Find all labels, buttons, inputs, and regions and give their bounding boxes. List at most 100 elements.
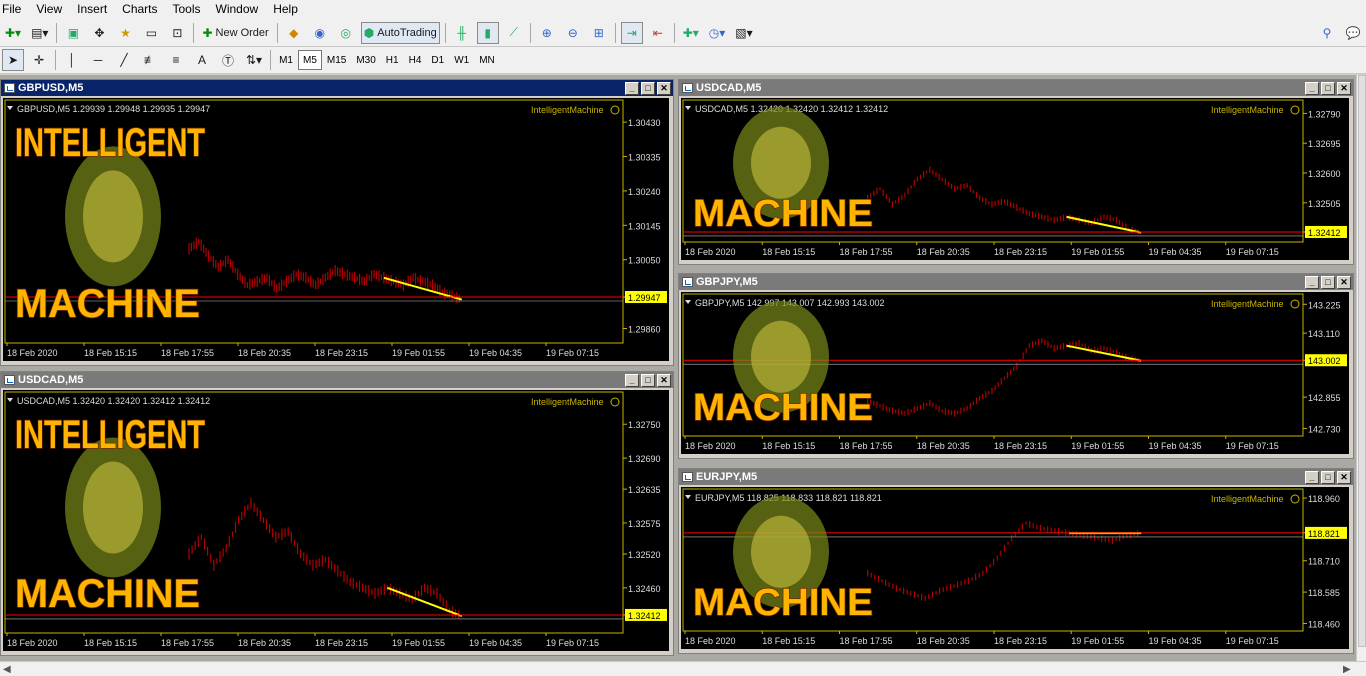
close-icon[interactable]: ✕ bbox=[1337, 81, 1351, 95]
timeframe-mn[interactable]: MN bbox=[474, 50, 500, 70]
price-chart[interactable]: 143.225 143.110 143.002 142.855 142.730 18 Fe… bbox=[681, 292, 1349, 454]
logo-face-glow bbox=[83, 461, 143, 554]
timeframe-m15[interactable]: M15 bbox=[322, 50, 351, 70]
collapse-icon[interactable] bbox=[7, 106, 13, 110]
logo-text-top: INTELLIGENT bbox=[15, 413, 205, 457]
logo-text-top: INTELLIGENT bbox=[15, 121, 205, 165]
collapse-icon[interactable] bbox=[685, 106, 691, 110]
chart-window-gbpusd[interactable]: GBPUSD,M5 _ □ ✕ 1.30430 1.30335 1.30240 1.30145… bbox=[0, 79, 674, 366]
window-titlebar[interactable]: GBPUSD,M5 _ □ ✕ bbox=[1, 80, 673, 96]
fibonacci-icon[interactable]: ≡ bbox=[165, 49, 187, 71]
horizontal-line-icon[interactable]: ─ bbox=[87, 49, 109, 71]
chart-window-usdcad[interactable]: USDCAD,M5 _ □ ✕ 1.32750 1.32690 1.32635 1.32575… bbox=[0, 371, 674, 656]
close-icon[interactable]: ✕ bbox=[657, 373, 671, 387]
menu-view[interactable]: View bbox=[36, 1, 69, 18]
timeframe-m30[interactable]: M30 bbox=[351, 50, 380, 70]
zoom-out-icon[interactable]: ⊖ bbox=[562, 22, 584, 44]
line-chart-icon[interactable]: ⟋ bbox=[503, 22, 525, 44]
chart-window-eurjpy[interactable]: EURJPY,M5 _ □ ✕ 118.960 118.821 118.710 118.585… bbox=[678, 468, 1354, 654]
timeframe-d1[interactable]: D1 bbox=[426, 50, 449, 70]
collapse-icon[interactable] bbox=[685, 495, 691, 499]
main-toolbar: ✚▾ ▤▾ ▣ ✥ ★ ▭ ⊡ ✚ New Order ◆ ◉ ◎ ⬢ AutoTr… bbox=[0, 19, 1366, 47]
chart-window-gbpjpy[interactable]: GBPJPY,M5 _ □ ✕ 143.225 143.110 143.002 142.855… bbox=[678, 273, 1354, 459]
new-order-button[interactable]: ✚ New Order bbox=[199, 22, 271, 44]
chart-window-usdcad-right[interactable]: USDCAD,M5 _ □ ✕ 1.32790 1.32695 1.32600 1.32505… bbox=[678, 79, 1354, 265]
logo-text-bottom: MACHINE bbox=[15, 282, 200, 326]
menu-file[interactable]: File bbox=[0, 1, 28, 18]
collapse-icon[interactable] bbox=[685, 300, 691, 304]
cursor-icon[interactable]: ➤ bbox=[2, 49, 24, 71]
timeframe-w1[interactable]: W1 bbox=[449, 50, 474, 70]
minimize-icon[interactable]: _ bbox=[625, 81, 639, 95]
minimize-icon[interactable]: _ bbox=[1305, 275, 1319, 289]
text-icon[interactable]: A bbox=[191, 49, 213, 71]
maximize-icon[interactable]: □ bbox=[1321, 275, 1335, 289]
new-chart-icon[interactable]: ✚▾ bbox=[2, 22, 24, 44]
arrows-icon[interactable]: ⇅▾ bbox=[243, 49, 265, 71]
window-titlebar[interactable]: USDCAD,M5 _ □ ✕ bbox=[1, 372, 673, 388]
collapse-icon[interactable] bbox=[7, 398, 13, 402]
equidistant-channel-icon[interactable]: ≢ bbox=[139, 49, 161, 71]
price-chart[interactable]: 1.32790 1.32695 1.32600 1.32505 1.32412 18 Fe… bbox=[681, 98, 1349, 260]
timeframe-m1[interactable]: M1 bbox=[274, 50, 298, 70]
minimize-icon[interactable]: _ bbox=[1305, 81, 1319, 95]
vertical-line-icon[interactable]: │ bbox=[61, 49, 83, 71]
market-watch-icon[interactable]: ▣ bbox=[62, 22, 84, 44]
maximize-icon[interactable]: □ bbox=[1321, 81, 1335, 95]
maximize-icon[interactable]: □ bbox=[1321, 470, 1335, 484]
navigator-icon[interactable]: ★ bbox=[114, 22, 136, 44]
text-label-icon[interactable]: Ⓣ bbox=[217, 49, 239, 71]
crosshair-icon[interactable]: ✛ bbox=[28, 49, 50, 71]
scroll-left-icon[interactable]: ◀ bbox=[3, 664, 11, 675]
periods-icon[interactable]: ◷▾ bbox=[706, 22, 729, 44]
timeframe-h1[interactable]: H1 bbox=[381, 50, 404, 70]
menu-tools[interactable]: Tools bbox=[173, 1, 208, 18]
minimize-icon[interactable]: _ bbox=[1305, 470, 1319, 484]
metaeditor-icon[interactable]: ◆ bbox=[283, 22, 305, 44]
candlestick-icon[interactable]: ▮ bbox=[476, 21, 499, 44]
horizontal-scrollbar[interactable]: ◀ ▶ bbox=[0, 661, 1366, 676]
autotrading-button[interactable]: ⬢ AutoTrading bbox=[360, 21, 440, 44]
menu-help[interactable]: Help bbox=[273, 1, 305, 18]
price-chart[interactable]: 118.960 118.821 118.710 118.585 118.460 18 Fe… bbox=[681, 487, 1349, 649]
toolbar-separator bbox=[193, 22, 195, 43]
price-chart[interactable]: 1.32750 1.32690 1.32635 1.32575 1.32520 1.324… bbox=[3, 390, 669, 651]
trendline-icon[interactable]: ╱ bbox=[113, 49, 135, 71]
close-icon[interactable]: ✕ bbox=[657, 81, 671, 95]
price-chart[interactable]: 1.30430 1.30335 1.30240 1.30145 1.30050 1.299… bbox=[3, 98, 669, 361]
tile-windows-icon[interactable]: ⊞ bbox=[588, 22, 610, 44]
templates-icon[interactable]: ▧▾ bbox=[732, 22, 755, 44]
timeframe-h4[interactable]: H4 bbox=[404, 50, 427, 70]
close-icon[interactable]: ✕ bbox=[1337, 470, 1351, 484]
menu-insert[interactable]: Insert bbox=[77, 1, 114, 18]
chart-shift-icon[interactable]: ⇤ bbox=[647, 22, 669, 44]
smiley-icon bbox=[1290, 494, 1300, 504]
window-title: EURJPY,M5 bbox=[696, 471, 758, 483]
indicators-icon[interactable]: ✚▾ bbox=[680, 22, 702, 44]
vertical-scroll-thumb[interactable] bbox=[1358, 75, 1366, 647]
timeframe-m5[interactable]: M5 bbox=[297, 50, 322, 70]
signals-icon[interactable]: ◎ bbox=[335, 22, 357, 44]
maximize-icon[interactable]: □ bbox=[641, 81, 655, 95]
menu-window[interactable]: Window bbox=[216, 1, 266, 18]
auto-scroll-icon[interactable]: ⇥ bbox=[620, 21, 643, 44]
minimize-icon[interactable]: _ bbox=[625, 373, 639, 387]
community-icon[interactable]: ◉ bbox=[309, 22, 331, 44]
zoom-in-icon[interactable]: ⊕ bbox=[536, 22, 558, 44]
window-titlebar[interactable]: USDCAD,M5 _ □ ✕ bbox=[679, 80, 1353, 96]
window-titlebar[interactable]: GBPJPY,M5 _ □ ✕ bbox=[679, 274, 1353, 290]
terminal-icon[interactable]: ▭ bbox=[140, 22, 162, 44]
profiles-icon[interactable]: ▤▾ bbox=[28, 22, 51, 44]
bar-chart-icon[interactable]: ╫ bbox=[451, 22, 473, 44]
data-window-icon[interactable]: ✥ bbox=[88, 22, 110, 44]
scroll-right-icon[interactable]: ▶ bbox=[1343, 664, 1351, 675]
close-icon[interactable]: ✕ bbox=[1337, 275, 1351, 289]
strategy-tester-icon[interactable]: ⊡ bbox=[166, 22, 188, 44]
window-titlebar[interactable]: EURJPY,M5 _ □ ✕ bbox=[679, 469, 1353, 485]
chat-icon[interactable]: 💬 bbox=[1342, 22, 1364, 44]
maximize-icon[interactable]: □ bbox=[641, 373, 655, 387]
window-title: USDCAD,M5 bbox=[696, 82, 762, 94]
vertical-scrollbar[interactable] bbox=[1356, 75, 1366, 661]
menu-charts[interactable]: Charts bbox=[122, 1, 164, 18]
search-icon[interactable]: ⚲ bbox=[1316, 22, 1338, 44]
